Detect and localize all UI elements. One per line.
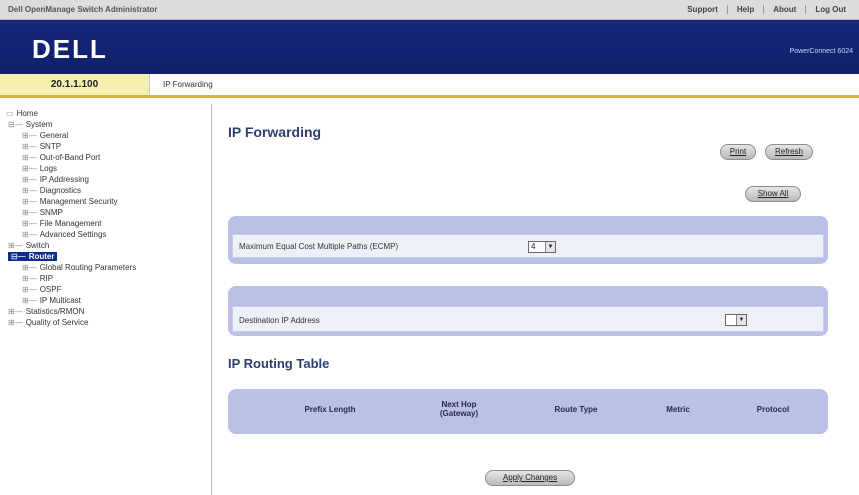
- tree-item-ospf[interactable]: ⊞— OSPF: [22, 285, 61, 294]
- tree-item-global-routing-parameters[interactable]: ⊞— Global Routing Parameters: [22, 263, 136, 272]
- expand-icon: ⊞—: [22, 197, 37, 206]
- expand-icon: ⊞—: [22, 263, 37, 272]
- breadcrumb: IP Forwarding: [163, 80, 213, 89]
- expand-icon: ⊞—: [22, 186, 37, 195]
- expand-icon: ⊞—: [22, 219, 37, 228]
- page-title: IP Forwarding: [228, 124, 322, 140]
- tree-item-ip-addressing[interactable]: ⊞— IP Addressing: [22, 175, 89, 184]
- folder-icon: ▭: [6, 109, 14, 118]
- expand-icon: ⊞—: [8, 241, 23, 250]
- tree-item-management-security[interactable]: ⊞— Management Security: [22, 197, 118, 206]
- ecmp-select[interactable]: 4 ▼: [528, 241, 556, 253]
- col-prefix-length: Prefix Length: [304, 405, 356, 414]
- tree-item-quality-of-service[interactable]: ⊞— Quality of Service: [8, 318, 88, 327]
- routing-table-header: Prefix Length Next Hop (Gateway) Route T…: [228, 389, 828, 434]
- expand-icon: ⊞—: [8, 318, 23, 327]
- collapse-icon: ⊟—: [8, 120, 23, 129]
- col-route-type: Route Type: [554, 405, 598, 414]
- expand-icon: ⊞—: [22, 142, 37, 151]
- help-link[interactable]: Help: [726, 5, 763, 14]
- tree-item-home[interactable]: ▭ Home: [6, 109, 38, 118]
- destination-label: Destination IP Address: [239, 316, 320, 325]
- product-name: PowerConnect 6024: [789, 48, 853, 55]
- navigation-tree: ▭ Home ⊟— System ⊞— General ⊞— SNTP ⊞— Out-of…: [0, 104, 212, 495]
- tree-item-out-of-band-port[interactable]: ⊞— Out-of-Band Port: [22, 153, 100, 162]
- expand-icon: ⊞—: [22, 164, 37, 173]
- about-link[interactable]: About: [763, 5, 805, 14]
- context-bar: 20.1.1.100 IP Forwarding: [0, 74, 859, 98]
- apply-changes-button[interactable]: Apply Changes: [485, 470, 575, 486]
- tree-item-logs[interactable]: ⊞— Logs: [22, 164, 57, 173]
- main-content: IP Forwarding Print Refresh Show All Max…: [213, 104, 859, 495]
- expand-icon: ⊞—: [22, 131, 37, 140]
- top-links: Support Help About Log Out: [678, 5, 855, 14]
- tree-item-diagnostics[interactable]: ⊞— Diagnostics: [22, 186, 81, 195]
- ecmp-row: Maximum Equal Cost Multiple Paths (ECMP)…: [232, 234, 824, 258]
- app-title: Dell OpenManage Switch Administrator: [8, 5, 158, 14]
- tree-item-switch[interactable]: ⊞— Switch: [8, 241, 49, 250]
- col-protocol: Protocol: [756, 405, 790, 414]
- ecmp-label: Maximum Equal Cost Multiple Paths (ECMP): [239, 242, 399, 251]
- tree-item-advanced-settings[interactable]: ⊞— Advanced Settings: [22, 230, 106, 239]
- tree-item-ip-multicast[interactable]: ⊞— IP Multicast: [22, 296, 81, 305]
- header-banner: DELL PowerConnect 6024: [0, 20, 859, 74]
- tree-item-system[interactable]: ⊟— System: [8, 120, 52, 129]
- support-link[interactable]: Support: [678, 5, 727, 14]
- expand-icon: ⊞—: [22, 175, 37, 184]
- destination-panel: Destination IP Address ▼: [228, 286, 828, 336]
- expand-icon: ⊞—: [22, 153, 37, 162]
- tree-item-router[interactable]: ⊟— Router: [8, 252, 58, 261]
- routing-table-title: IP Routing Table: [228, 356, 330, 371]
- expand-icon: ⊞—: [22, 285, 37, 294]
- refresh-button[interactable]: Refresh: [765, 144, 813, 160]
- show-all-button[interactable]: Show All: [745, 186, 801, 202]
- print-button[interactable]: Print: [720, 144, 756, 160]
- tree-item-sntp[interactable]: ⊞— SNTP: [22, 142, 61, 151]
- expand-icon: ⊞—: [22, 208, 37, 217]
- expand-icon: ⊞—: [22, 274, 37, 283]
- tree-item-rip[interactable]: ⊞— RIP: [22, 274, 53, 283]
- expand-icon: ⊞—: [22, 296, 37, 305]
- dell-logo: DELL: [32, 34, 108, 64]
- chevron-down-icon: ▼: [736, 315, 746, 325]
- destination-row: Destination IP Address ▼: [232, 306, 824, 332]
- device-ip: 20.1.1.100: [0, 74, 150, 95]
- col-next-hop: Next Hop (Gateway): [439, 400, 479, 418]
- destination-select[interactable]: ▼: [725, 314, 747, 326]
- col-metric: Metric: [666, 405, 690, 414]
- ecmp-panel: Maximum Equal Cost Multiple Paths (ECMP)…: [228, 216, 828, 264]
- tree-item-file-management[interactable]: ⊞— File Management: [22, 219, 102, 228]
- expand-icon: ⊞—: [22, 230, 37, 239]
- top-bar: Dell OpenManage Switch Administrator Sup…: [0, 0, 859, 20]
- tree-item-general[interactable]: ⊞— General: [22, 131, 68, 140]
- tree-item-statistics-rmon[interactable]: ⊞— Statistics/RMON: [8, 307, 84, 316]
- tree-item-snmp[interactable]: ⊞— SNMP: [22, 208, 63, 217]
- expand-icon: ⊞—: [8, 307, 23, 316]
- collapse-icon: ⊟—: [11, 252, 26, 261]
- chevron-down-icon: ▼: [545, 242, 555, 252]
- logout-link[interactable]: Log Out: [805, 5, 855, 14]
